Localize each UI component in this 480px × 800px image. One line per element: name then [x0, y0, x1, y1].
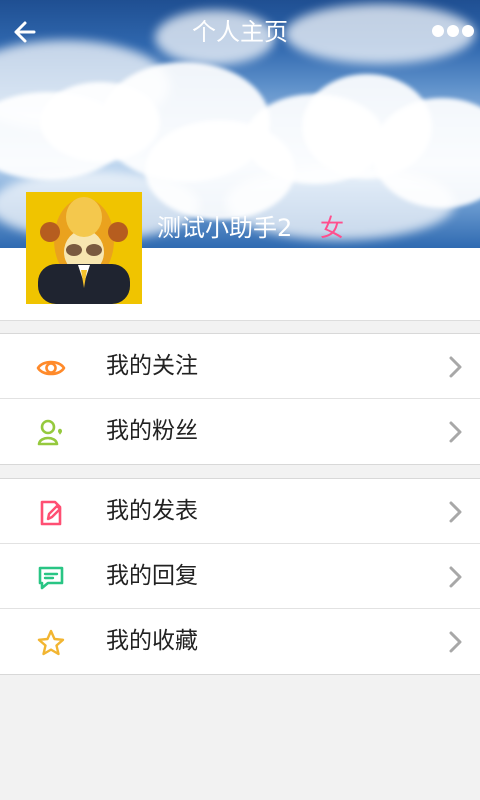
menu-item-label: 我的粉丝	[106, 418, 198, 444]
chevron-right-icon	[446, 564, 464, 590]
edit-document-icon	[35, 497, 67, 529]
chevron-right-icon	[446, 629, 464, 655]
top-bar: 个人主页	[0, 0, 480, 64]
more-button[interactable]	[432, 25, 474, 39]
chevron-right-icon	[446, 499, 464, 525]
menu-item-following[interactable]: 我的关注	[0, 334, 480, 399]
star-icon	[35, 627, 67, 659]
menu-item-favorites[interactable]: 我的收藏	[0, 609, 480, 674]
menu-item-label: 我的发表	[106, 498, 198, 524]
avatar[interactable]	[26, 192, 142, 304]
menu-group-content: 我的发表 我的回复 我的收藏	[0, 478, 480, 675]
menu-item-posts[interactable]: 我的发表	[0, 479, 480, 544]
username: 测试小助手2	[157, 214, 293, 242]
more-dots-icon	[462, 25, 474, 37]
menu-item-label: 我的回复	[106, 563, 198, 589]
gender-label: 女	[320, 214, 344, 242]
menu-item-label: 我的收藏	[106, 628, 198, 654]
eye-icon	[35, 352, 67, 384]
menu-group-social: 我的关注 我的粉丝	[0, 333, 480, 465]
user-heart-icon	[35, 417, 67, 449]
comment-icon	[35, 562, 67, 594]
avatar-image-icon	[26, 192, 142, 304]
menu-item-replies[interactable]: 我的回复	[0, 544, 480, 609]
more-dots-icon	[447, 25, 459, 37]
menu-item-label: 我的关注	[106, 353, 198, 379]
chevron-right-icon	[446, 354, 464, 380]
chevron-right-icon	[446, 419, 464, 445]
more-dots-icon	[432, 25, 444, 37]
menu-item-followers[interactable]: 我的粉丝	[0, 399, 480, 464]
page-title: 个人主页	[192, 18, 288, 46]
